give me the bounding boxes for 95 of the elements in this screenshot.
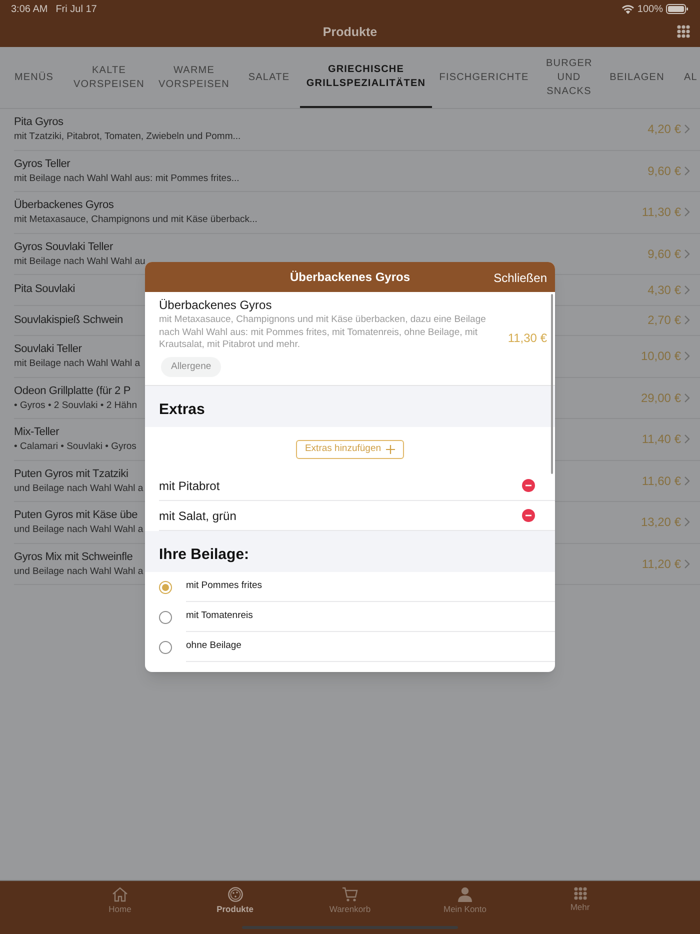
product-price: 13,20 € bbox=[640, 514, 681, 532]
product-name: Puten Gyros mit Käse übe bbox=[14, 508, 138, 524]
remove-icon[interactable] bbox=[522, 479, 535, 492]
category-tab[interactable]: FISCHGERICHTE bbox=[432, 47, 536, 108]
product-name: Gyros Souvlaki Teller bbox=[14, 240, 113, 255]
dialog-product-description: mit Metaxasauce, Champignons und mit Käse überbacken, dazu eine Beilage nach Wahl Wahl aus: mit Pommes frites, mit Tomatenreis, ohne Beilage, mit Krautsalat, mit Pitabrot und mehr. bbox=[159, 314, 487, 352]
chevron-right-icon bbox=[684, 248, 690, 259]
grid-menu-icon[interactable] bbox=[677, 25, 690, 38]
battery-icon bbox=[666, 4, 689, 14]
screen-title: Produkte bbox=[322, 24, 378, 41]
product-price: 11,20 € bbox=[642, 556, 681, 573]
product-name: Gyros Teller bbox=[14, 156, 70, 172]
product-description: mit Metaxasauce, Champignons und mit Käse überback... bbox=[14, 213, 258, 226]
chevron-right-icon bbox=[684, 434, 690, 444]
product-name: Souvlakispieß Schwein bbox=[14, 312, 123, 328]
product-price: 10,00 € bbox=[640, 348, 681, 366]
section-heading: Extras bbox=[159, 400, 205, 420]
option-label: mit Pommes frites bbox=[186, 579, 262, 594]
cart-icon bbox=[342, 887, 358, 902]
radio-button[interactable] bbox=[159, 640, 172, 654]
side-option[interactable]: mit Pommes frites bbox=[145, 572, 555, 602]
tab-bar-item[interactable]: Home bbox=[62, 887, 178, 916]
grid-icon bbox=[574, 887, 586, 900]
product-description: mit Beilage nach Wahl Wahl a bbox=[14, 357, 140, 370]
extra-item: mit Pitabrot bbox=[159, 478, 221, 494]
product-price: 29,00 € bbox=[640, 390, 681, 407]
wifi-icon bbox=[622, 4, 634, 14]
product-name: Odeon Grillplatte (für 2 P bbox=[14, 384, 130, 399]
product-row[interactable]: Überbackenes Gyros mit Metaxasauce, Champignons und mit Käse überback... 11,30 € bbox=[14, 192, 700, 234]
product-description: und Beilage nach Wahl Wahl a bbox=[14, 482, 144, 495]
product-price: 2,70 € bbox=[648, 312, 681, 330]
chevron-right-icon bbox=[684, 558, 690, 569]
product-name: Überbackenes Gyros bbox=[14, 198, 114, 214]
product-price: 9,60 € bbox=[648, 162, 681, 180]
allergens-button[interactable]: Allergene bbox=[161, 356, 222, 377]
chevron-right-icon bbox=[684, 517, 690, 528]
dialog-product-name: Überbackenes Gyros bbox=[159, 298, 272, 313]
person-icon bbox=[458, 887, 472, 902]
side-option[interactable]: ohne Beilage bbox=[145, 632, 555, 662]
status-time: 3:06 AM bbox=[11, 2, 48, 16]
extra-item: mit Salat, grün bbox=[159, 508, 238, 524]
product-description: • Calamari • Souvlaki • Gyros bbox=[14, 440, 136, 454]
category-tab[interactable]: SALATE bbox=[238, 47, 300, 108]
product-name: Souvlaki Teller bbox=[14, 342, 82, 358]
tab-bar-item[interactable]: Mein Konto bbox=[408, 887, 522, 916]
product-price: 11,30 € bbox=[642, 204, 681, 222]
section-heading: Ihre Beilage: bbox=[159, 544, 250, 564]
chevron-right-icon bbox=[684, 315, 690, 326]
product-name: Mix-Teller bbox=[14, 425, 60, 440]
product-description: und Beilage nach Wahl Wahl a bbox=[14, 523, 144, 536]
product-name: Gyros Mix mit Schweinfle bbox=[14, 550, 133, 565]
chevron-right-icon bbox=[684, 124, 690, 134]
category-tab[interactable]: MENÜS bbox=[0, 47, 68, 108]
tab-bar-item[interactable]: Produkte bbox=[178, 887, 292, 916]
tab-bar-item[interactable]: Mehr bbox=[522, 887, 638, 916]
product-row[interactable]: Gyros Teller mit Beilage nach Wahl Wahl aus: mit Pommes frites... 9,60 € bbox=[14, 150, 700, 192]
chevron-right-icon bbox=[684, 476, 690, 486]
plate-icon bbox=[228, 887, 242, 902]
category-tab[interactable]: BURGER UND SNACKS bbox=[536, 47, 602, 108]
product-price: 4,30 € bbox=[648, 282, 681, 299]
product-description: mit Beilage nach Wahl Wahl aus: mit Pommes frites... bbox=[14, 172, 240, 185]
remove-icon[interactable] bbox=[522, 509, 535, 522]
product-description: • Gyros • 2 Souvlaki • 2 Hähn bbox=[14, 398, 137, 412]
category-tab[interactable]: WARME VORSPEISEN bbox=[150, 47, 238, 108]
product-name: Pita Souvlaki bbox=[14, 282, 75, 298]
category-tab[interactable]: BEILAGEN bbox=[602, 47, 672, 108]
chevron-right-icon bbox=[684, 392, 690, 403]
chevron-right-icon bbox=[684, 284, 690, 295]
product-description: mit Tzatziki, Pitabrot, Tomaten, Zwiebeln und Pomm... bbox=[14, 130, 241, 144]
product-name: Puten Gyros mit Tzatziki bbox=[14, 466, 128, 482]
option-label: ohne Beilage bbox=[186, 639, 242, 654]
side-option[interactable]: mit Tomatenreis bbox=[145, 602, 555, 632]
product-price: 11,40 € bbox=[642, 431, 681, 448]
chevron-right-icon bbox=[684, 351, 690, 362]
chevron-right-icon bbox=[684, 166, 690, 176]
product-price: 9,60 € bbox=[648, 246, 681, 263]
product-price: 4,20 € bbox=[648, 121, 681, 138]
option-label: mit Tomatenreis bbox=[186, 609, 253, 624]
radio-button[interactable] bbox=[159, 580, 172, 594]
chevron-right-icon bbox=[684, 207, 690, 218]
tab-bar-item[interactable]: Warenkorb bbox=[292, 887, 408, 916]
product-price: 11,60 € bbox=[642, 472, 681, 490]
product-description: und Beilage nach Wahl Wahl a bbox=[14, 564, 144, 578]
dialog-product-price: 11,30 € bbox=[508, 330, 547, 346]
plus-icon bbox=[386, 444, 396, 454]
add-extras-button[interactable]: Extras hinzufügen bbox=[296, 440, 404, 458]
product-row[interactable]: Pita Gyros mit Tzatziki, Pitabrot, Tomaten, Zwiebeln und Pomm... 4,20 € bbox=[14, 109, 700, 150]
product-description: mit Beilage nach Wahl Wahl au bbox=[14, 254, 146, 268]
category-tab[interactable]: KALTE VORSPEISEN bbox=[68, 47, 150, 108]
radio-button[interactable] bbox=[159, 610, 172, 624]
product-name: Pita Gyros bbox=[14, 115, 64, 130]
battery-percent: 100% bbox=[637, 2, 663, 16]
home-icon bbox=[112, 887, 128, 902]
category-tab[interactable]: AL bbox=[672, 47, 700, 108]
status-date: Fri Jul 17 bbox=[56, 2, 97, 16]
